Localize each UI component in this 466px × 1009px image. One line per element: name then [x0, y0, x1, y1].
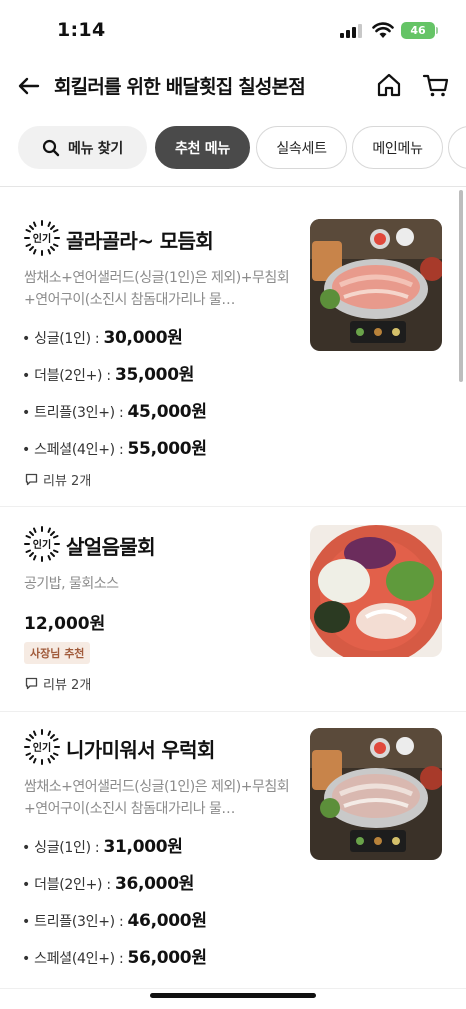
option-price: 46,000원 [127, 911, 207, 931]
tab-value-set[interactable]: 실속세트 [256, 126, 347, 169]
menu-search-label: 메뉴 찾기 [68, 140, 123, 157]
option-label: 트리플(3인+) [34, 405, 115, 421]
review-count-label: 리뷰 2개 [43, 678, 92, 693]
option-price: 45,000원 [127, 402, 207, 422]
tab-main-menu[interactable]: 메인메뉴 [352, 126, 443, 169]
price-option: • 트리플(3인+) : 45,000원 [22, 402, 207, 422]
cart-icon[interactable] [421, 70, 451, 100]
item-name: 니가미워서 우럭회 [66, 738, 215, 762]
option-price: 31,000원 [103, 837, 183, 857]
option-label: 싱글(1인) [34, 331, 91, 347]
price-option: • 더블(2인+) : 36,000원 [22, 874, 195, 894]
item-description: 쌈채소+연어샐러드(싱글(1인)은 제외)+무침회+연어구이(소진시 참돔대가리… [24, 270, 290, 308]
price-option: • 스페셜(4인+) : 56,000원 [22, 948, 207, 968]
item-name: 골라골라~ 모듬회 [66, 229, 214, 253]
price-option: • 더블(2인+) : 35,000원 [22, 365, 195, 385]
popular-badge-icon: 인기 [24, 220, 60, 256]
option-price: 55,000원 [127, 439, 207, 459]
item-description: 쌈채소+연어샐러드(싱글(1인)은 제외)+무침회+연어구이(소진시 참돔대가리… [24, 779, 290, 817]
option-label: 스페셜(4인+) [34, 442, 115, 458]
menu-item[interactable]: 인기 니가미워서 우럭회 쌈채소+연어샐러드(싱글(1인)은 제외)+무침회+연… [0, 712, 466, 988]
item-divider [0, 988, 466, 989]
review-count-label: 리뷰 2개 [43, 474, 92, 489]
back-arrow-icon[interactable] [14, 71, 44, 101]
category-chips: 메뉴 찾기 추천 메뉴 실속세트 메인메뉴 [0, 126, 466, 170]
item-photo [310, 728, 442, 860]
item-price: 12,000원 [24, 614, 106, 634]
item-name: 살얼음물회 [66, 535, 156, 559]
cellular-signal-icon [340, 24, 362, 38]
review-count[interactable]: 리뷰 2개 [25, 674, 91, 693]
tab-more[interactable] [448, 126, 466, 169]
search-icon [42, 139, 60, 156]
price-option: • 싱글(1인) : 31,000원 [22, 837, 183, 857]
option-price: 30,000원 [103, 328, 183, 348]
popular-badge-icon: 인기 [24, 526, 60, 562]
tab-recommended[interactable]: 추천 메뉴 [155, 126, 250, 169]
home-icon[interactable] [374, 70, 404, 100]
comment-icon [25, 473, 38, 486]
battery-icon: 46 [401, 22, 438, 39]
popular-badge-label: 인기 [33, 232, 51, 245]
price-option: • 싱글(1인) : 30,000원 [22, 328, 183, 348]
status-time: 1:14 [57, 19, 106, 41]
app-header: 회킬러를 위한 배달횟집 칠성본점 [0, 58, 466, 114]
owner-recommend-badge: 사장님 추천 [24, 642, 91, 664]
option-label: 스페셜(4인+) [34, 951, 115, 967]
popular-badge-label: 인기 [33, 538, 51, 551]
menu-item[interactable]: 인기 살얼음물회 공기밥, 물회소스 12,000원 사장님 추천 리뷰 2개 [0, 507, 466, 711]
item-photo [310, 219, 442, 351]
status-bar: 1:14 46 [0, 0, 466, 58]
item-photo [310, 525, 442, 657]
menu-item[interactable]: 인기 골라골라~ 모듬회 쌈채소+연어샐러드(싱글(1인)은 제외)+무침회+연… [0, 187, 466, 507]
comment-icon [25, 677, 38, 690]
battery-level: 46 [410, 24, 426, 37]
price-option: • 트리플(3인+) : 46,000원 [22, 911, 207, 931]
option-price: 56,000원 [127, 948, 207, 968]
popular-badge-icon: 인기 [24, 729, 60, 765]
price-option: • 스페셜(4인+) : 55,000원 [22, 439, 207, 459]
option-label: 트리플(3인+) [34, 914, 115, 930]
option-label: 싱글(1인) [34, 840, 91, 856]
home-indicator[interactable] [150, 993, 316, 998]
page-title: 회킬러를 위한 배달횟집 칠성본점 [54, 76, 306, 98]
item-description: 공기밥, 물회소스 [24, 576, 119, 592]
wifi-icon [372, 22, 394, 38]
option-label: 더블(2인+) [34, 877, 103, 893]
popular-badge-label: 인기 [33, 741, 51, 754]
option-price: 35,000원 [114, 365, 195, 385]
review-count[interactable]: 리뷰 2개 [25, 470, 91, 489]
option-label: 더블(2인+) [34, 368, 103, 384]
option-price: 36,000원 [114, 874, 195, 894]
menu-search-chip[interactable]: 메뉴 찾기 [18, 126, 147, 169]
